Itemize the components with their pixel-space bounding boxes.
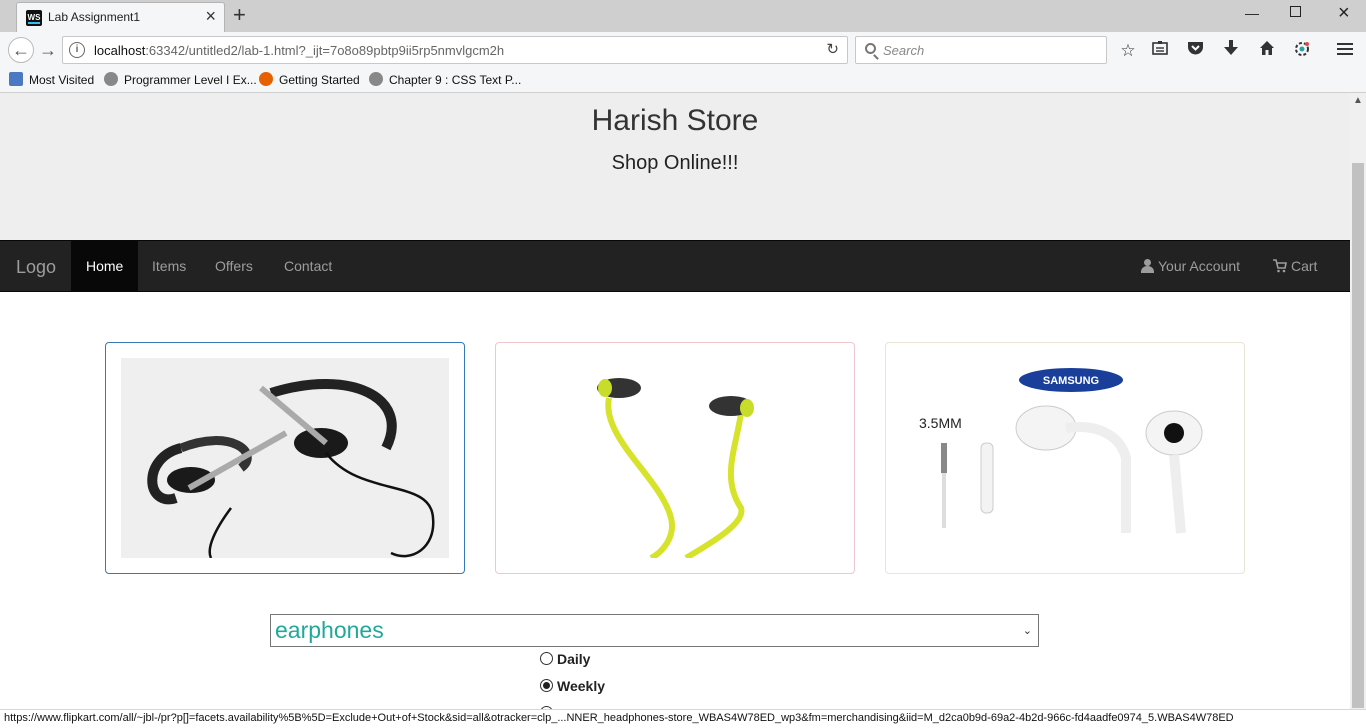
earphones-image [511, 358, 839, 558]
bookmark-getting-started[interactable]: Getting Started [259, 72, 360, 87]
radio-button-icon[interactable] [540, 652, 553, 665]
extension-icon[interactable] [1291, 40, 1313, 62]
nav-your-account[interactable]: Your Account [1141, 241, 1240, 291]
search-icon [865, 43, 876, 54]
earphones-image [121, 358, 449, 558]
restore-window-icon[interactable] [1290, 6, 1301, 17]
radio-weekly[interactable]: Weekly [540, 678, 605, 694]
nav-items[interactable]: Items [137, 241, 201, 291]
product-thumbnail-yellow[interactable] [495, 342, 855, 574]
webstorm-favicon-icon: WS [26, 10, 42, 26]
url-text[interactable]: localhost:63342/untitled2/lab-1.html?_ij… [94, 43, 504, 58]
product-thumbnail-wraparound[interactable] [105, 342, 465, 574]
shopping-cart-icon [1273, 259, 1287, 273]
firefox-icon [259, 72, 273, 86]
reload-icon[interactable]: ↻ [826, 40, 839, 58]
new-tab-button[interactable]: + [233, 3, 246, 27]
page-scrollbar[interactable]: ▲ [1350, 93, 1366, 710]
bookmarks-toolbar: Most Visited Programmer Level I Ex... Ge… [0, 68, 1366, 93]
minimize-window-icon[interactable]: — [1245, 5, 1259, 21]
reading-list-icon[interactable] [1149, 40, 1171, 62]
bookmark-star-icon[interactable]: ☆ [1117, 40, 1139, 62]
nav-contact[interactable]: Contact [269, 241, 347, 291]
browser-tab[interactable]: WS Lab Assignment1 × [16, 2, 225, 32]
close-window-icon[interactable]: × [1338, 2, 1350, 25]
hamburger-menu-icon[interactable] [1334, 40, 1356, 62]
bookmark-most-visited[interactable]: Most Visited [9, 72, 94, 87]
tab-strip: WS Lab Assignment1 × + — × [0, 0, 1366, 32]
user-icon [1141, 259, 1154, 273]
search-input[interactable]: Search [855, 36, 1107, 64]
search-placeholder: Search [883, 43, 925, 58]
navbar-brand[interactable]: Logo [16, 257, 56, 278]
samsung-logo: SAMSUNG [1043, 375, 1099, 387]
store-title: Harish Store [591, 104, 759, 137]
url-bar[interactable]: i localhost:63342/untitled2/lab-1.html?_… [62, 36, 848, 64]
radio-daily[interactable]: Daily [540, 651, 590, 667]
radio-button-checked-icon[interactable] [540, 679, 553, 692]
earphones-image: SAMSUNG 3.5MM [901, 358, 1229, 558]
scroll-thumb[interactable] [1352, 163, 1364, 708]
page-viewport: Harish Store Shop Online!!! Logo Home It… [0, 93, 1350, 710]
pocket-icon[interactable] [1184, 40, 1206, 62]
navigation-toolbar: ← → i localhost:63342/untitled2/lab-1.ht… [0, 32, 1366, 68]
globe-icon [104, 72, 118, 86]
close-tab-icon[interactable]: × [205, 7, 216, 25]
nav-cart[interactable]: Cart [1273, 241, 1317, 291]
status-bar: https://www.flipkart.com/all/~jbl-/pr?p[… [0, 709, 1366, 728]
store-subtitle: Shop Online!!! [611, 152, 739, 174]
tab-title: Lab Assignment1 [48, 10, 141, 24]
product-thumbnail-samsung[interactable]: SAMSUNG 3.5MM [885, 342, 1245, 574]
globe-icon [369, 72, 383, 86]
most-visited-icon [9, 72, 23, 86]
forward-arrow-icon[interactable]: → [36, 38, 60, 62]
nav-home[interactable]: Home [71, 241, 139, 291]
download-icon[interactable] [1220, 40, 1242, 62]
bookmark-programmer-level[interactable]: Programmer Level I Ex... [104, 72, 257, 87]
chevron-down-icon: ⌄ [1022, 625, 1032, 637]
back-arrow-icon[interactable]: ← [8, 37, 34, 63]
home-icon[interactable] [1256, 40, 1278, 62]
category-select[interactable]: earphones ⌄ [270, 614, 1039, 647]
header-jumbotron: Harish Store Shop Online!!! [0, 93, 1350, 240]
scroll-up-arrow-icon[interactable]: ▲ [1353, 95, 1363, 106]
site-navbar: Logo Home Items Offers Contact Your Acco… [0, 240, 1350, 292]
info-icon[interactable]: i [69, 42, 85, 58]
status-url: https://www.flipkart.com/all/~jbl-/pr?p[… [4, 712, 1234, 724]
bookmark-chapter-9[interactable]: Chapter 9 : CSS Text P... [369, 72, 521, 87]
select-value: earphones [275, 617, 384, 643]
nav-offers[interactable]: Offers [200, 241, 268, 291]
jack-size-caption: 3.5MM [919, 415, 962, 431]
